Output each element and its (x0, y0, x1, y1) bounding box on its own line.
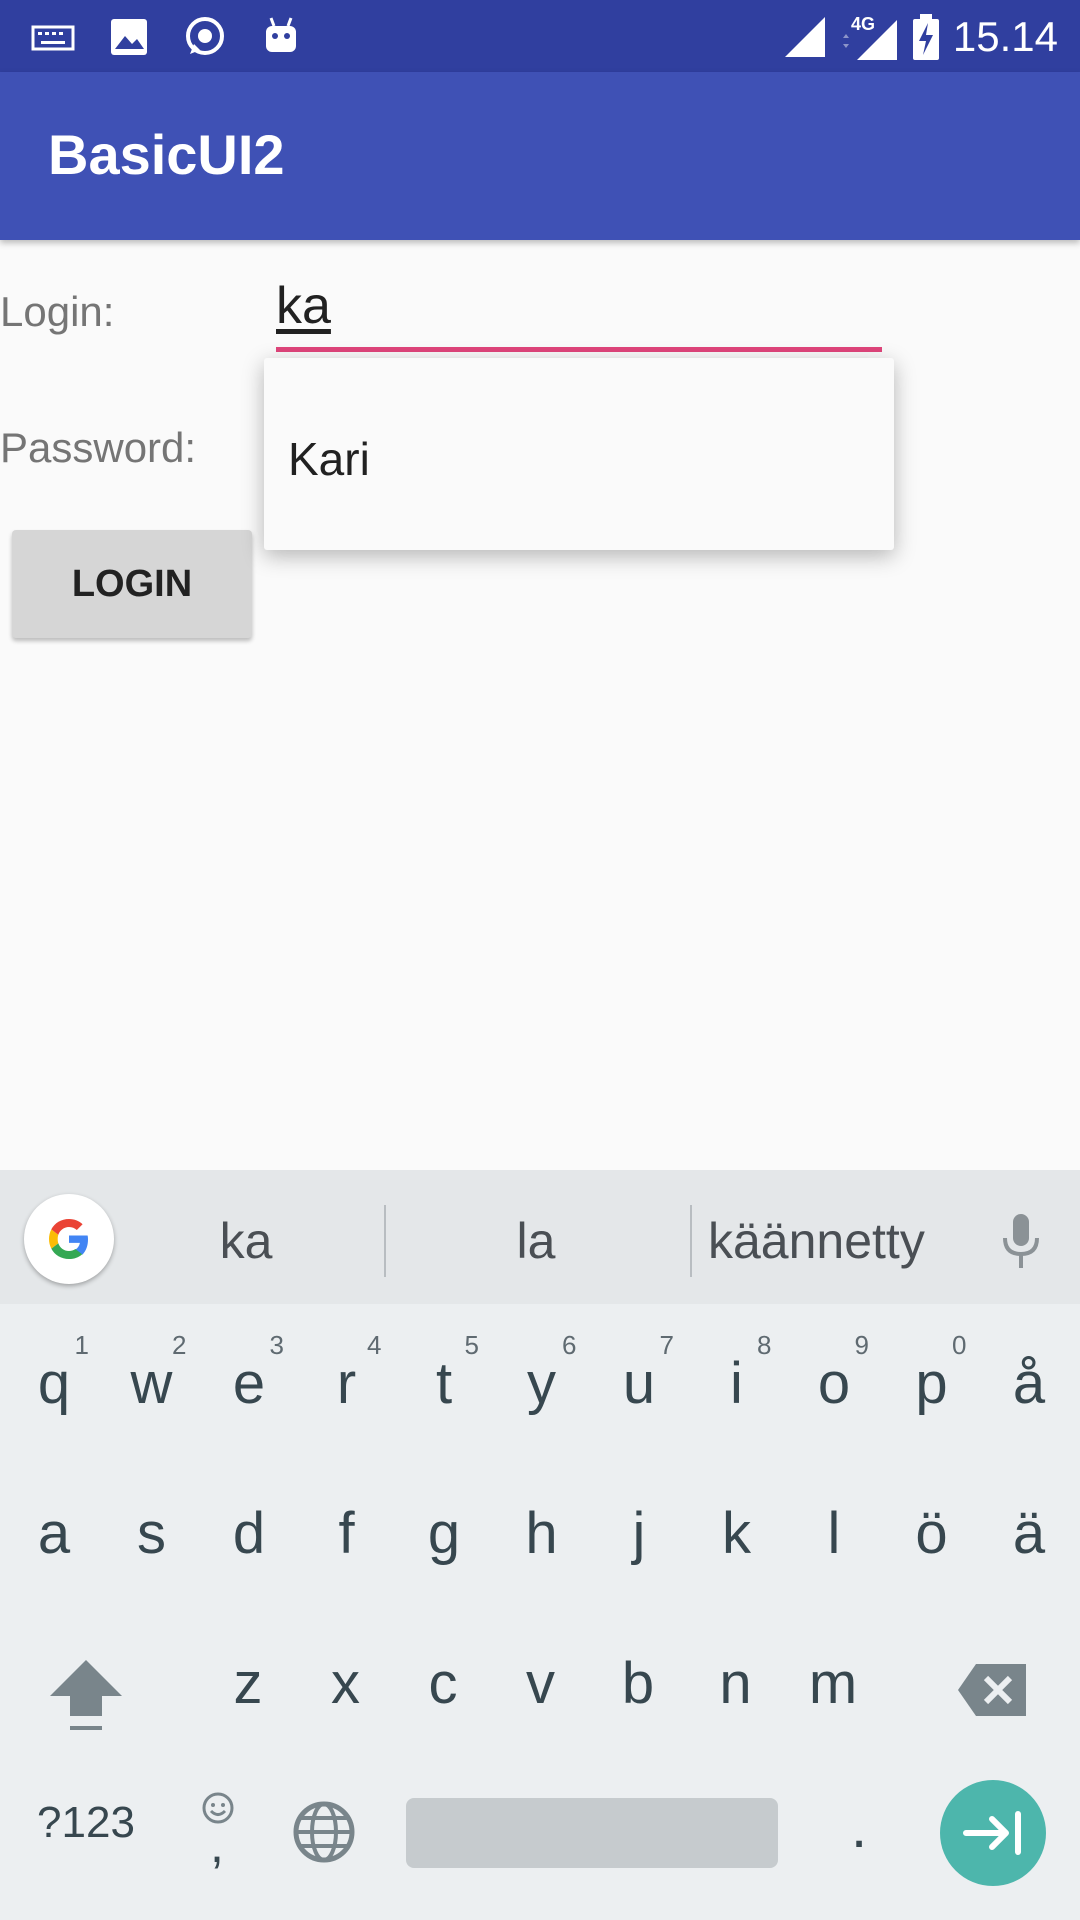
whatsapp-icon (186, 17, 224, 55)
key-d[interactable]: d (200, 1500, 298, 1567)
key-number-hint: 9 (854, 1330, 869, 1360)
shift-icon[interactable] (44, 1654, 128, 1738)
password-label: Password: (0, 424, 197, 471)
next-arrow-icon (963, 1811, 1021, 1855)
backspace-icon[interactable] (956, 1660, 1030, 1720)
key-b[interactable]: b (589, 1650, 687, 1717)
key-m[interactable]: m (784, 1650, 882, 1717)
key-label: u (622, 1351, 656, 1416)
suggestion-2[interactable]: la (486, 1212, 586, 1270)
key-label: y (527, 1351, 556, 1416)
status-bar: 4G 15.14 (0, 0, 1080, 72)
key-number-hint: 5 (464, 1330, 479, 1360)
android-icon (266, 17, 296, 52)
suggestion-3[interactable]: käännetty (708, 1212, 925, 1270)
input-focus-underline (276, 347, 882, 352)
autocomplete-dropdown: Kari (264, 358, 894, 550)
app-bar: BasicUI2 (0, 72, 1080, 240)
key-label: o (817, 1351, 851, 1416)
key-r[interactable]: r4 (298, 1330, 396, 1417)
key-i[interactable]: i8 (688, 1330, 786, 1417)
key-n[interactable]: n (687, 1650, 785, 1717)
app-title: BasicUI2 (48, 123, 285, 186)
svg-text:4G: 4G (851, 14, 875, 34)
battery-charging-icon (912, 14, 939, 60)
image-icon (111, 19, 147, 55)
key-v[interactable]: v (492, 1650, 590, 1717)
globe-icon[interactable] (292, 1800, 356, 1864)
key-w[interactable]: w2 (103, 1330, 201, 1417)
comma-key: , (210, 1817, 224, 1873)
key-c[interactable]: c (394, 1650, 492, 1717)
key-number-hint: 6 (562, 1330, 577, 1360)
key-label: w (130, 1351, 173, 1416)
key-label: r (336, 1351, 357, 1416)
microphone-icon[interactable] (996, 1212, 1046, 1272)
key-number-hint: 4 (367, 1330, 382, 1360)
key-number-hint: 2 (172, 1330, 187, 1360)
key-t[interactable]: t5 (395, 1330, 493, 1417)
login-input[interactable]: ka (276, 276, 882, 354)
keyboard-icon (31, 25, 75, 51)
key-label: e (232, 1351, 266, 1416)
key-y[interactable]: y6 (493, 1330, 591, 1417)
signal-icon (784, 17, 825, 57)
suggestion-divider (384, 1205, 386, 1277)
key-j[interactable]: j (590, 1500, 688, 1567)
key-p[interactable]: p0 (883, 1330, 981, 1417)
key-g[interactable]: g (395, 1500, 493, 1567)
key-number-hint: 0 (952, 1330, 967, 1360)
key-number-hint: 7 (659, 1330, 674, 1360)
key-e[interactable]: e3 (200, 1330, 298, 1417)
google-button[interactable] (24, 1194, 114, 1284)
key-h[interactable]: h (493, 1500, 591, 1567)
key-k[interactable]: k (688, 1500, 786, 1567)
key-o[interactable]: o9 (785, 1330, 883, 1417)
key-q[interactable]: q1 (5, 1330, 103, 1417)
key-f[interactable]: f (298, 1500, 396, 1567)
key-ö[interactable]: ö (883, 1500, 981, 1567)
clock: 15.14 (952, 13, 1058, 60)
key-z[interactable]: z (199, 1650, 297, 1717)
suggestion-strip: ka la käännetty (0, 1170, 1080, 1304)
key-a[interactable]: a (5, 1500, 103, 1567)
symbols-key[interactable]: ?123 (36, 1798, 136, 1848)
key-label: i (730, 1351, 743, 1416)
key-s[interactable]: s (103, 1500, 201, 1567)
login-label: Login: (0, 288, 115, 335)
key-x[interactable]: x (297, 1650, 395, 1717)
autocomplete-item[interactable]: Kari (288, 432, 370, 486)
soft-keyboard: ka la käännetty q1w2e3r4t5y6u7i8o9p0å as… (0, 1170, 1080, 1920)
key-ä[interactable]: ä (980, 1500, 1078, 1567)
key-label: t (435, 1351, 453, 1416)
key-å[interactable]: å (980, 1350, 1078, 1417)
key-label: å (1012, 1351, 1046, 1416)
period-key[interactable]: . (810, 1794, 908, 1861)
enter-key[interactable] (940, 1780, 1046, 1886)
emoji-comma-key[interactable]: , (200, 1790, 240, 1880)
suggestion-divider (690, 1205, 692, 1277)
network-4g-icon: 4G (842, 14, 897, 60)
key-label: p (915, 1351, 948, 1416)
login-button[interactable]: LOGIN (12, 530, 252, 638)
space-key[interactable] (406, 1798, 778, 1868)
key-number-hint: 8 (757, 1330, 772, 1360)
google-g-icon (49, 1219, 88, 1259)
login-input-value[interactable]: ka (276, 277, 331, 335)
key-u[interactable]: u7 (590, 1330, 688, 1417)
key-l[interactable]: l (785, 1500, 883, 1567)
suggestion-1[interactable]: ka (196, 1212, 296, 1270)
key-number-hint: 3 (269, 1330, 284, 1360)
key-number-hint: 1 (74, 1330, 89, 1360)
key-label: q (37, 1351, 71, 1416)
